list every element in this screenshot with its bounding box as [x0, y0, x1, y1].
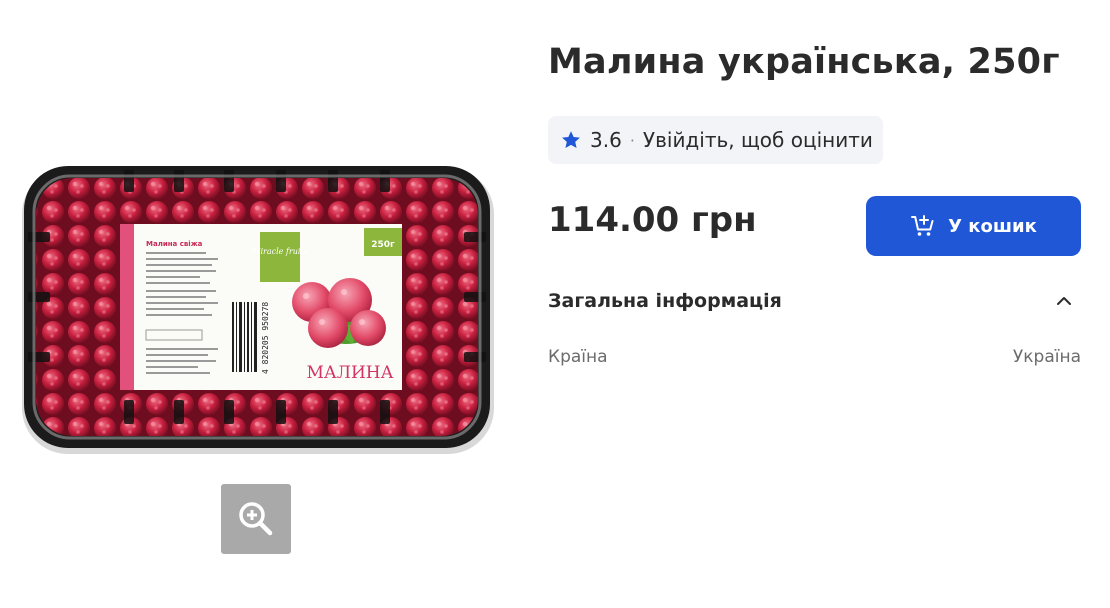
- info-row-value: Україна: [1012, 347, 1081, 367]
- zoom-in-icon: [239, 502, 273, 536]
- barcode-number: 4 820205 950278: [261, 302, 270, 374]
- weight-badge: 250г: [371, 240, 395, 250]
- rating-value: 3.6: [590, 128, 622, 152]
- add-to-cart-button[interactable]: У кошик: [866, 196, 1081, 256]
- login-to-rate-link[interactable]: Увійдіть, щоб оцінити: [643, 128, 873, 152]
- add-to-cart-label: У кошик: [948, 215, 1037, 237]
- rating-separator: ·: [629, 130, 635, 150]
- label-title: Малина свіжа: [146, 240, 203, 248]
- rating-pill: 3.6 · Увійдіть, щоб оцінити: [548, 116, 883, 164]
- label-name: МАЛИНА: [307, 363, 394, 383]
- brand-badge: Miracle fruits: [251, 247, 307, 256]
- price: 114.00 грн: [548, 200, 757, 240]
- cart-plus-icon: [911, 215, 934, 236]
- product-image[interactable]: Малина свіжа 4 820205 950278 Miracle fru…: [14, 152, 500, 462]
- info-row-country: Країна Україна: [548, 343, 1081, 371]
- star-icon: [562, 131, 580, 148]
- general-info-toggle[interactable]: Загальна інформація: [548, 282, 1081, 320]
- chevron-up-icon: [1057, 297, 1071, 305]
- general-info-title: Загальна інформація: [548, 290, 782, 312]
- zoom-button[interactable]: [221, 484, 291, 554]
- product-title: Малина українська, 250г: [548, 42, 1060, 82]
- info-row-label: Країна: [548, 347, 608, 367]
